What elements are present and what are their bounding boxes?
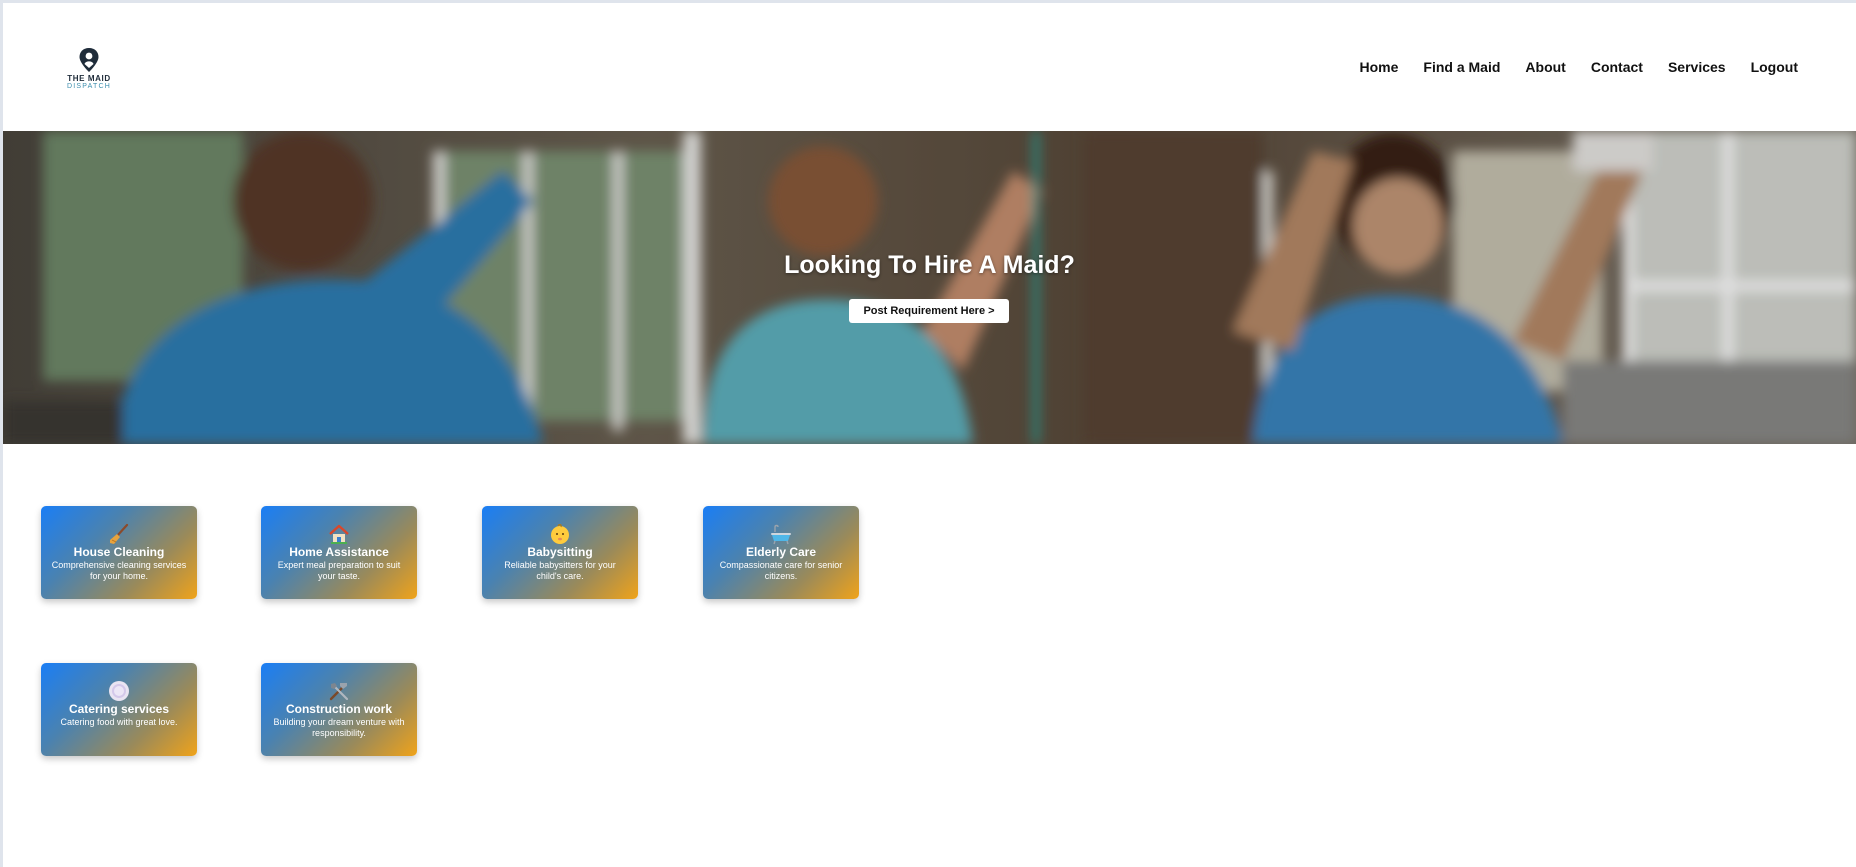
- maid-location-pin-icon: [79, 48, 99, 72]
- broom-icon: [110, 523, 129, 544]
- service-title: Catering services: [68, 702, 170, 716]
- service-card-construction[interactable]: Construction work Building your dream ve…: [261, 663, 417, 756]
- service-title: Home Assistance: [289, 545, 389, 559]
- plate-icon: [109, 681, 129, 701]
- hero-banner: Looking To Hire A Maid? Post Requirement…: [3, 131, 1856, 444]
- service-description: Reliable babysitters for your child's ca…: [504, 560, 616, 581]
- service-title: Construction work: [285, 702, 392, 716]
- service-description: Comprehensive cleaning services for your…: [51, 560, 187, 581]
- bathtub-icon: [771, 524, 791, 545]
- service-card-elderly-care[interactable]: Elderly Care Compassionate care for seni…: [703, 506, 859, 599]
- service-description: Compassionate care for senior citizens.: [719, 560, 843, 581]
- service-card-home-assistance[interactable]: Home Assistance Expert meal preparation …: [261, 506, 417, 599]
- house-icon: [329, 524, 349, 544]
- nav-contact[interactable]: Contact: [1591, 59, 1643, 75]
- service-card-house-cleaning[interactable]: House Cleaning Comprehensive cleaning se…: [41, 506, 197, 599]
- site-header: THE MAID DISPATCH Home Find a Maid About…: [3, 3, 1856, 131]
- service-card-babysitting[interactable]: Babysitting Reliable babysitters for you…: [482, 506, 638, 599]
- hero-title: Looking To Hire A Maid?: [784, 251, 1075, 279]
- service-title: House Cleaning: [73, 545, 165, 559]
- service-title: Babysitting: [527, 545, 593, 559]
- service-card-catering[interactable]: Catering services Catering food with gre…: [41, 663, 197, 756]
- post-requirement-button[interactable]: Post Requirement Here >: [849, 299, 1009, 323]
- main-nav: Home Find a Maid About Contact Services …: [1335, 59, 1799, 75]
- hero-overlay: [3, 131, 1856, 444]
- service-description: Building your dream venture with respons…: [273, 717, 405, 738]
- nav-about[interactable]: About: [1525, 59, 1565, 75]
- nav-logout[interactable]: Logout: [1751, 59, 1798, 75]
- tools-icon: [329, 683, 349, 701]
- nav-find-a-maid[interactable]: Find a Maid: [1423, 59, 1500, 75]
- service-description: Expert meal preparation to suit your tas…: [277, 560, 401, 581]
- nav-services[interactable]: Services: [1668, 59, 1726, 75]
- page: THE MAID DISPATCH Home Find a Maid About…: [3, 3, 1856, 867]
- service-description: Catering food with great love.: [60, 717, 178, 727]
- baby-icon: [551, 524, 569, 544]
- service-title: Elderly Care: [745, 545, 817, 559]
- brand-logo[interactable]: THE MAID DISPATCH: [58, 43, 120, 95]
- nav-home[interactable]: Home: [1360, 59, 1399, 75]
- brand-name-line2: DISPATCH: [67, 83, 111, 90]
- brand-name-line1: THE MAID: [67, 74, 111, 83]
